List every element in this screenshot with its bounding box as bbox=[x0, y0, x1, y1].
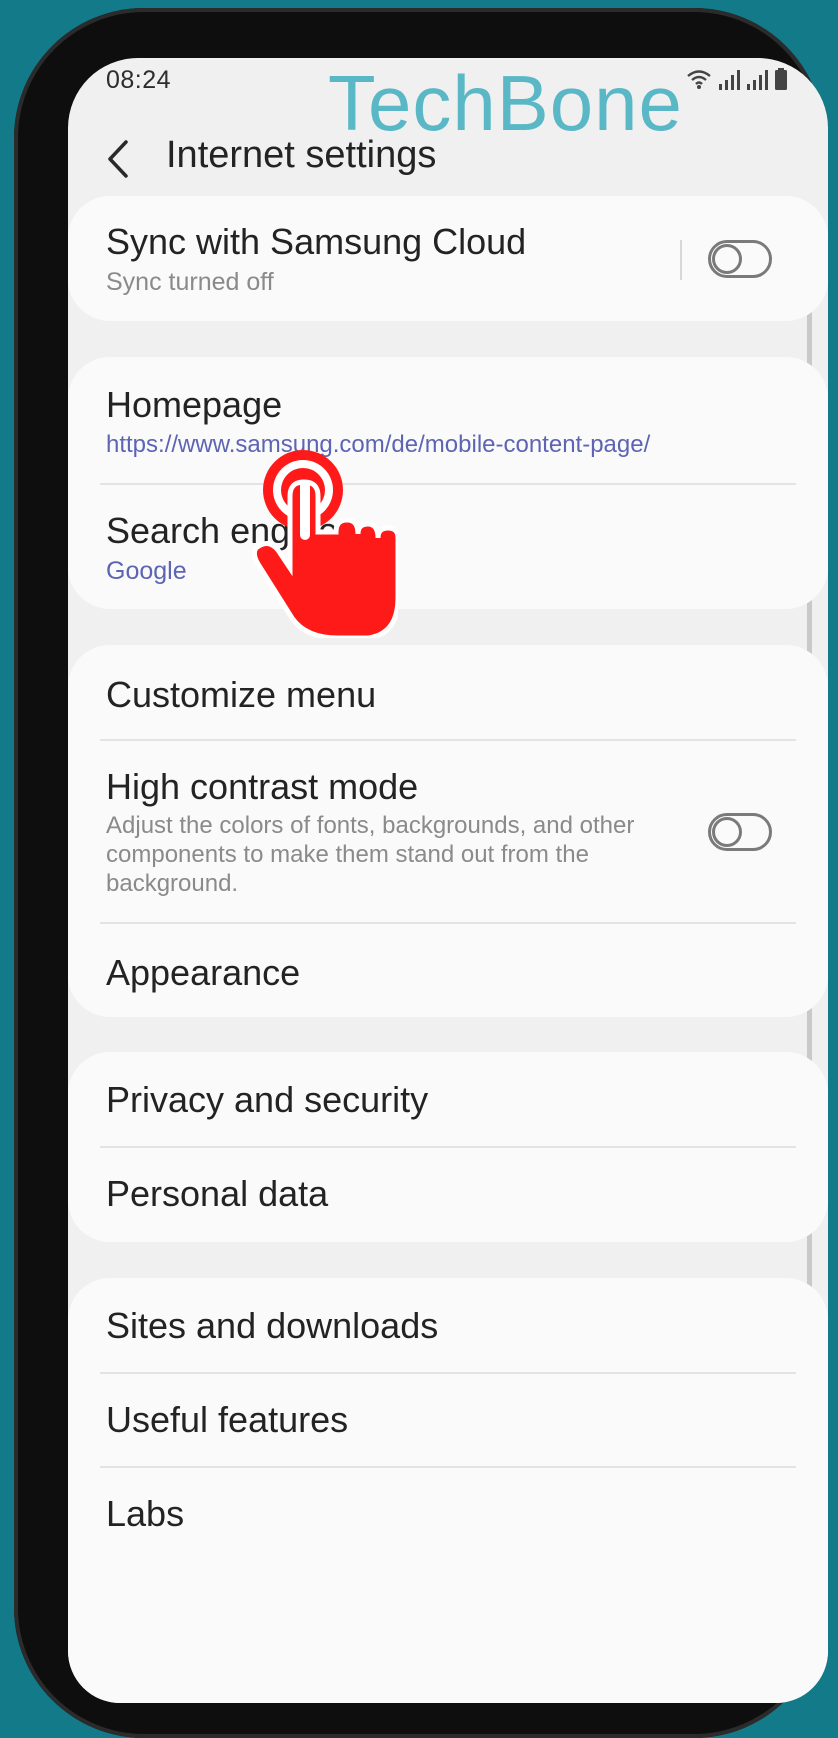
status-time: 08:24 bbox=[106, 66, 172, 94]
sync-toggle[interactable] bbox=[708, 240, 772, 278]
signal-icon-2 bbox=[747, 70, 768, 90]
sites-downloads-item[interactable]: Sites and downloads bbox=[106, 1304, 796, 1348]
status-icons bbox=[686, 68, 788, 90]
wifi-icon bbox=[687, 70, 711, 89]
labs-title: Labs bbox=[106, 1493, 185, 1534]
search-engine-item[interactable]: Search engine Google bbox=[106, 509, 796, 587]
browser-basics-card: Homepage https://www.samsung.com/de/mobi… bbox=[68, 357, 828, 609]
customize-menu-item[interactable]: Customize menu bbox=[106, 673, 796, 717]
app-header: Internet settings bbox=[68, 118, 828, 208]
high-contrast-description: Adjust the colors of fonts, backgrounds,… bbox=[106, 812, 635, 897]
privacy-card: Privacy and security Personal data bbox=[68, 1052, 828, 1242]
personal-data-item[interactable]: Personal data bbox=[106, 1172, 796, 1216]
privacy-security-title: Privacy and security bbox=[106, 1079, 429, 1120]
sync-card: Sync with Samsung Cloud Sync turned off bbox=[68, 196, 828, 321]
divider bbox=[100, 739, 796, 741]
divider bbox=[100, 1372, 796, 1374]
phone-frame: 08:24 TechBone Internet settings Sync wi… bbox=[14, 8, 828, 1738]
divider bbox=[100, 922, 796, 924]
signal-icon bbox=[719, 70, 740, 90]
sync-subtitle: Sync turned off bbox=[106, 268, 274, 296]
high-contrast-toggle[interactable] bbox=[708, 813, 772, 851]
toggle-separator bbox=[680, 240, 682, 280]
homepage-title: Homepage bbox=[106, 384, 283, 425]
toggle-knob bbox=[712, 244, 742, 274]
useful-features-item[interactable]: Useful features bbox=[106, 1398, 796, 1442]
high-contrast-title: High contrast mode bbox=[106, 766, 419, 807]
tap-hand-icon bbox=[251, 450, 398, 638]
homepage-url: https://www.samsung.com/de/mobile-conten… bbox=[106, 431, 651, 458]
sync-samsung-cloud-item[interactable]: Sync with Samsung Cloud Sync turned off bbox=[106, 220, 668, 298]
high-contrast-item[interactable]: High contrast mode Adjust the colors of … bbox=[106, 765, 668, 898]
display-card: Customize menu High contrast mode Adjust… bbox=[68, 645, 828, 1017]
advanced-card: Sites and downloads Useful features Labs bbox=[68, 1278, 828, 1703]
battery-icon bbox=[775, 68, 787, 90]
screen: 08:24 TechBone Internet settings Sync wi… bbox=[68, 58, 828, 1703]
search-engine-title: Search engine bbox=[106, 510, 339, 551]
useful-features-title: Useful features bbox=[106, 1399, 349, 1440]
page-title: Internet settings bbox=[166, 134, 437, 176]
search-engine-value: Google bbox=[106, 557, 187, 585]
sync-title: Sync with Samsung Cloud bbox=[106, 221, 527, 262]
back-button[interactable] bbox=[96, 134, 146, 184]
appearance-title: Appearance bbox=[106, 952, 301, 993]
divider bbox=[100, 483, 796, 485]
homepage-item[interactable]: Homepage https://www.samsung.com/de/mobi… bbox=[106, 383, 796, 461]
divider bbox=[100, 1146, 796, 1148]
privacy-security-item[interactable]: Privacy and security bbox=[106, 1078, 796, 1122]
customize-menu-title: Customize menu bbox=[106, 674, 377, 715]
sites-downloads-title: Sites and downloads bbox=[106, 1305, 439, 1346]
labs-item[interactable]: Labs bbox=[106, 1492, 796, 1536]
divider bbox=[100, 1466, 796, 1468]
appearance-item[interactable]: Appearance bbox=[106, 951, 796, 995]
personal-data-title: Personal data bbox=[106, 1173, 329, 1214]
toggle-knob bbox=[712, 817, 742, 847]
chevron-left-icon bbox=[108, 140, 128, 178]
